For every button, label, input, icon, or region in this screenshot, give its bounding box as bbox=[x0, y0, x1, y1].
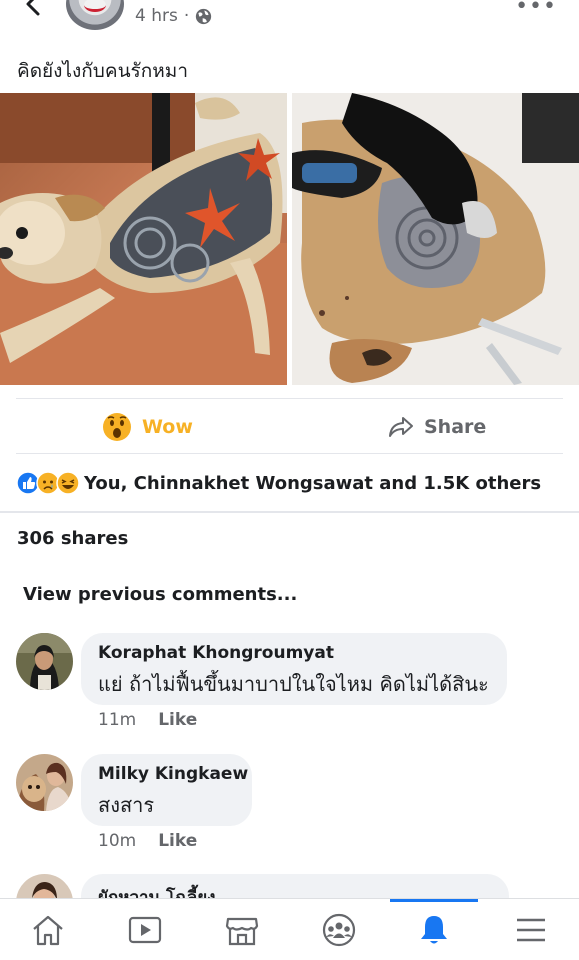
comment-meta: 11m Like bbox=[98, 710, 197, 730]
watch-icon bbox=[128, 916, 162, 944]
groups-icon bbox=[322, 913, 356, 947]
share-button[interactable]: Share bbox=[388, 399, 486, 455]
post-photos bbox=[0, 93, 579, 385]
comment-meta: 10m Like bbox=[98, 831, 197, 851]
back-arrow-icon[interactable] bbox=[20, 0, 48, 20]
reactions-text: You, Chinnakhet Wongsawat and 1.5K other… bbox=[84, 472, 542, 494]
commenter-name[interactable]: Milky Kingkaew bbox=[98, 764, 248, 784]
tab-watch[interactable] bbox=[125, 911, 165, 949]
comment-text: สงสาร bbox=[98, 793, 155, 817]
home-icon bbox=[33, 915, 63, 946]
active-tab-indicator bbox=[390, 899, 478, 902]
post-action-bar: Wow Share bbox=[16, 398, 563, 454]
meta-separator: · bbox=[183, 6, 190, 26]
share-icon bbox=[389, 417, 413, 437]
haha-reaction-icon bbox=[56, 471, 80, 495]
comment-time[interactable]: 11m bbox=[98, 710, 136, 730]
shares-count[interactable]: 306 shares bbox=[17, 528, 128, 549]
commenter-avatar[interactable] bbox=[16, 633, 73, 690]
tab-menu[interactable] bbox=[511, 911, 551, 949]
tab-home[interactable] bbox=[28, 911, 68, 949]
commenter-avatar[interactable] bbox=[16, 754, 73, 811]
comment-time[interactable]: 10m bbox=[98, 831, 136, 851]
post-time[interactable]: 4 hrs bbox=[135, 6, 178, 26]
comment-bubble[interactable]: Milky Kingkaew สงสาร bbox=[81, 754, 252, 826]
post-caption: คิดยังไงกับคนรักหมา bbox=[17, 60, 188, 82]
reactions-summary[interactable]: You, Chinnakhet Wongsawat and 1.5K other… bbox=[16, 468, 541, 498]
comment-item: Milky Kingkaew สงสาร 10m Like bbox=[16, 754, 576, 854]
wow-reaction-button[interactable]: Wow bbox=[102, 399, 193, 455]
share-label: Share bbox=[424, 416, 487, 438]
menu-icon bbox=[517, 918, 545, 942]
post-photo-1[interactable] bbox=[0, 93, 287, 385]
comment-item: Koraphat Khongroumyat แย่ ถ้าไม่ฟื้นขึ้น… bbox=[16, 633, 576, 733]
comment-like-button[interactable]: Like bbox=[158, 831, 197, 851]
globe-icon bbox=[196, 8, 212, 24]
marketplace-icon bbox=[225, 917, 259, 946]
section-divider bbox=[0, 511, 579, 513]
comment-text: แย่ ถ้าไม่ฟื้นขึ้นมาบาปในใจไหม คิดไม่ได้… bbox=[98, 672, 489, 696]
post-photo-2[interactable] bbox=[292, 93, 579, 385]
post-meta: 4 hrs · bbox=[135, 6, 212, 26]
author-avatar[interactable] bbox=[66, 0, 124, 30]
tab-marketplace[interactable] bbox=[222, 911, 262, 949]
notifications-icon bbox=[421, 916, 447, 944]
tab-notifications[interactable] bbox=[414, 911, 454, 949]
bottom-tab-bar bbox=[0, 898, 579, 960]
reaction-icons bbox=[16, 471, 80, 495]
commenter-name[interactable]: Koraphat Khongroumyat bbox=[98, 643, 489, 663]
post-header: 4 hrs · ••• bbox=[0, 0, 579, 36]
comment-bubble[interactable]: Koraphat Khongroumyat แย่ ถ้าไม่ฟื้นขึ้น… bbox=[81, 633, 507, 705]
wow-emoji-icon bbox=[103, 413, 131, 441]
view-previous-comments-link[interactable]: View previous comments... bbox=[23, 584, 297, 605]
more-options-icon[interactable]: ••• bbox=[515, 0, 557, 18]
comment-like-button[interactable]: Like bbox=[158, 710, 197, 730]
tab-groups[interactable] bbox=[319, 911, 359, 949]
wow-label: Wow bbox=[142, 416, 193, 438]
